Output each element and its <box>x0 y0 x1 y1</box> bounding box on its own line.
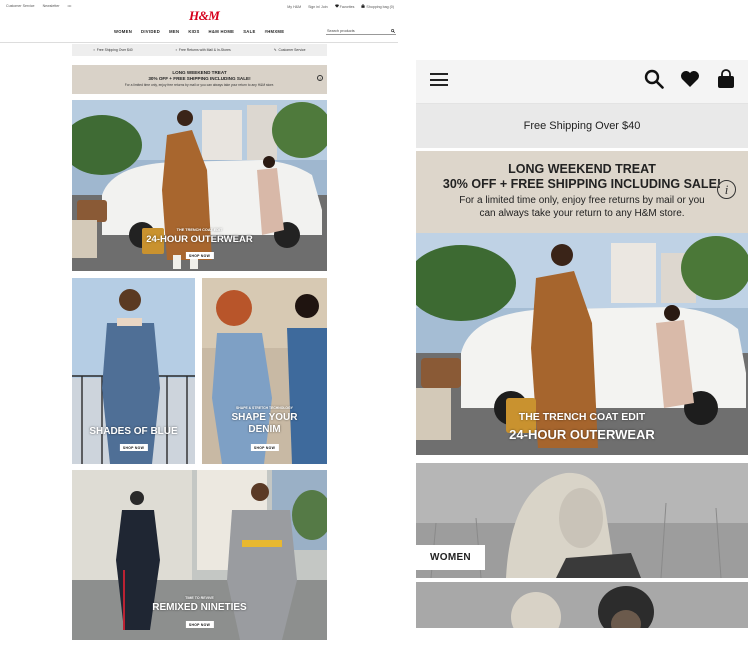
info-icon[interactable]: i <box>717 180 736 199</box>
hero-shop-now-button[interactable]: SHOP NOW <box>185 252 214 259</box>
promo-customer-service[interactable]: ✎ Customer Service <box>274 48 306 52</box>
mobile-banner-title-1: LONG WEEKEND TREAT <box>508 162 656 176</box>
promo-shipping[interactable]: ▪ Free Shipping Over $40 <box>93 48 132 52</box>
desktop-view: Customer Service Newsletter ••• My H&M S… <box>0 0 398 648</box>
denim-title-line-2: DENIM <box>248 424 281 435</box>
sale-banner[interactable]: LONG WEEKEND TREAT 30% OFF + FREE SHIPPI… <box>72 65 327 94</box>
shopping-bag-label: Shopping bag (0) <box>366 5 394 9</box>
mobile-banner-sub-2: can always take your return to any H&M s… <box>479 208 685 219</box>
header-divider <box>0 42 398 43</box>
nineties-shop-now-button[interactable]: SHOP NOW <box>185 621 214 628</box>
nav-men[interactable]: MEN <box>169 29 179 34</box>
women-category-tile[interactable]: WOMEN <box>416 463 748 578</box>
customer-service-link[interactable]: Customer Service <box>6 4 35 8</box>
banner-subtitle: For a limited time only, enjoy free retu… <box>124 82 275 87</box>
mobile-hero-title: 24-HOUR OUTERWEAR <box>509 427 655 442</box>
shades-shop-now-button[interactable]: SHOP NOW <box>119 444 148 451</box>
mobile-sale-banner[interactable]: LONG WEEKEND TREAT 30% OFF + FREE SHIPPI… <box>416 151 748 235</box>
shopping-bag-link[interactable]: Shopping bag (0) <box>361 4 394 9</box>
search-placeholder: Search products <box>327 28 355 33</box>
free-shipping-bar[interactable]: Free Shipping Over $40 <box>416 104 748 148</box>
promo-returns[interactable]: ▪ Free Returns with Mail & In-Stores <box>176 48 231 52</box>
favorites-label: Favorites <box>339 5 355 9</box>
hamburger-menu-icon[interactable] <box>430 73 448 87</box>
mobile-hero-eyebrow: THE TRENCH COAT EDIT <box>518 411 646 423</box>
nav-divided[interactable]: DIVIDED <box>141 29 160 34</box>
shades-of-blue-tile[interactable]: SHADES OF BLUE SHOP NOW <box>72 278 195 464</box>
search-icon[interactable] <box>391 28 395 33</box>
nav-kids[interactable]: KIDS <box>188 29 199 34</box>
info-icon[interactable]: i <box>317 75 323 81</box>
my-account-link[interactable]: My H&M <box>287 5 301 9</box>
search-input[interactable]: Search products <box>326 27 396 35</box>
denim-eyebrow: SHAPE & STRETCH TECHNOLOGY <box>236 406 293 410</box>
banner-title-1: LONG WEEKEND TREAT <box>172 70 227 75</box>
mobile-banner-sub-1: For a limited time only, enjoy free retu… <box>459 195 705 206</box>
mobile-view: Free Shipping Over $40 LONG WEEKEND TREA… <box>416 60 748 628</box>
denim-shop-now-button[interactable]: SHOP NOW <box>250 444 279 451</box>
nav-women[interactable]: WOMEN <box>114 29 132 34</box>
shape-denim-image <box>202 278 327 464</box>
sign-in-link[interactable]: Sign in/ Join <box>308 5 328 9</box>
banner-title-2: 30% OFF + FREE SHIPPING INCLUDING SALE! <box>148 76 251 81</box>
return-icon: ▪ <box>175 48 177 52</box>
nav-sale[interactable]: SALE <box>243 29 255 34</box>
women-category-label[interactable]: WOMEN <box>416 545 485 570</box>
hero-tile[interactable]: THE TRENCH COAT EDIT 24-HOUR OUTERWEAR S… <box>72 100 327 271</box>
hm-logo[interactable]: H&M <box>189 8 220 24</box>
hero-image <box>72 100 327 271</box>
mobile-header <box>416 60 748 104</box>
promo-shipping-label: Free Shipping Over $40 <box>96 48 133 52</box>
promo-bar: ▪ Free Shipping Over $40 ▪ Free Returns wi… <box>72 44 327 56</box>
nav-hmxme[interactable]: #HMXME <box>265 29 285 34</box>
remixed-nineties-image <box>72 470 327 640</box>
mobile-banner-title-2: 30% OFF + FREE SHIPPING INCLUDING SALE! <box>442 177 722 191</box>
promo-cs-label: Customer Service <box>278 48 306 52</box>
pen-icon: ✎ <box>273 48 277 52</box>
hero-eyebrow: THE TRENCH COAT EDIT <box>176 228 223 232</box>
nav-home[interactable]: H&M HOME <box>209 29 235 34</box>
shopping-bag-icon[interactable] <box>716 69 736 89</box>
newsletter-link[interactable]: Newsletter <box>43 4 60 8</box>
more-link[interactable]: ••• <box>68 4 72 8</box>
denim-title: SHAPE YOUR DENIM <box>202 412 327 436</box>
denim-title-line-1: SHAPE YOUR <box>231 412 298 423</box>
next-category-tile[interactable] <box>416 582 748 628</box>
next-category-image <box>416 582 748 628</box>
truck-icon: ▪ <box>93 48 95 52</box>
favorites-link[interactable]: Favorites <box>334 4 355 9</box>
mobile-banner-subtitle: For a limited time only, enjoy free retu… <box>416 194 748 220</box>
mobile-hero-tile[interactable]: THE TRENCH COAT EDIT 24-HOUR OUTERWEAR <box>416 233 748 455</box>
hero-title: 24-HOUR OUTERWEAR <box>146 234 253 245</box>
remixed-nineties-tile[interactable]: TIME TO REVIVE REMIXED NINETIES SHOP NOW <box>72 470 327 640</box>
shape-your-denim-tile[interactable]: SHAPE & STRETCH TECHNOLOGY SHAPE YOUR DE… <box>202 278 327 464</box>
bag-icon <box>361 4 366 8</box>
nineties-eyebrow: TIME TO REVIVE <box>185 596 214 600</box>
shades-title: SHADES OF BLUE <box>89 426 178 437</box>
heart-icon <box>334 4 339 8</box>
promo-returns-label: Free Returns with Mail & In-Stores <box>178 48 231 52</box>
nineties-title: REMIXED NINETIES <box>152 602 247 613</box>
heart-icon[interactable] <box>680 70 700 88</box>
search-icon[interactable] <box>644 69 664 89</box>
